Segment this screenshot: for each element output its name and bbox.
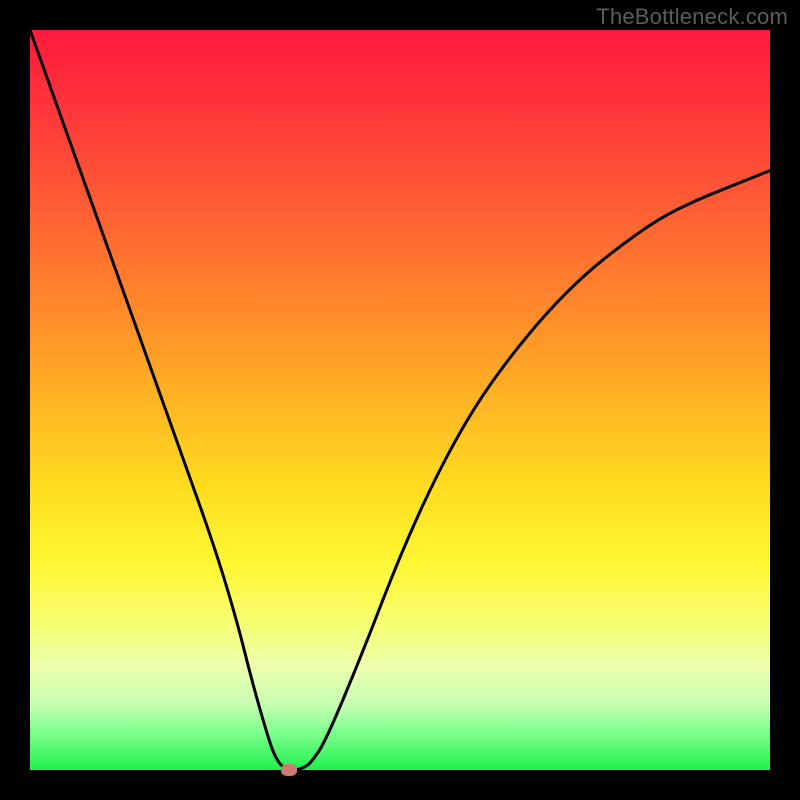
chart-frame: TheBottleneck.com <box>0 0 800 800</box>
watermark-text: TheBottleneck.com <box>596 4 788 30</box>
optimal-point-marker <box>281 764 297 776</box>
bottleneck-curve <box>30 30 770 770</box>
plot-area <box>30 30 770 770</box>
